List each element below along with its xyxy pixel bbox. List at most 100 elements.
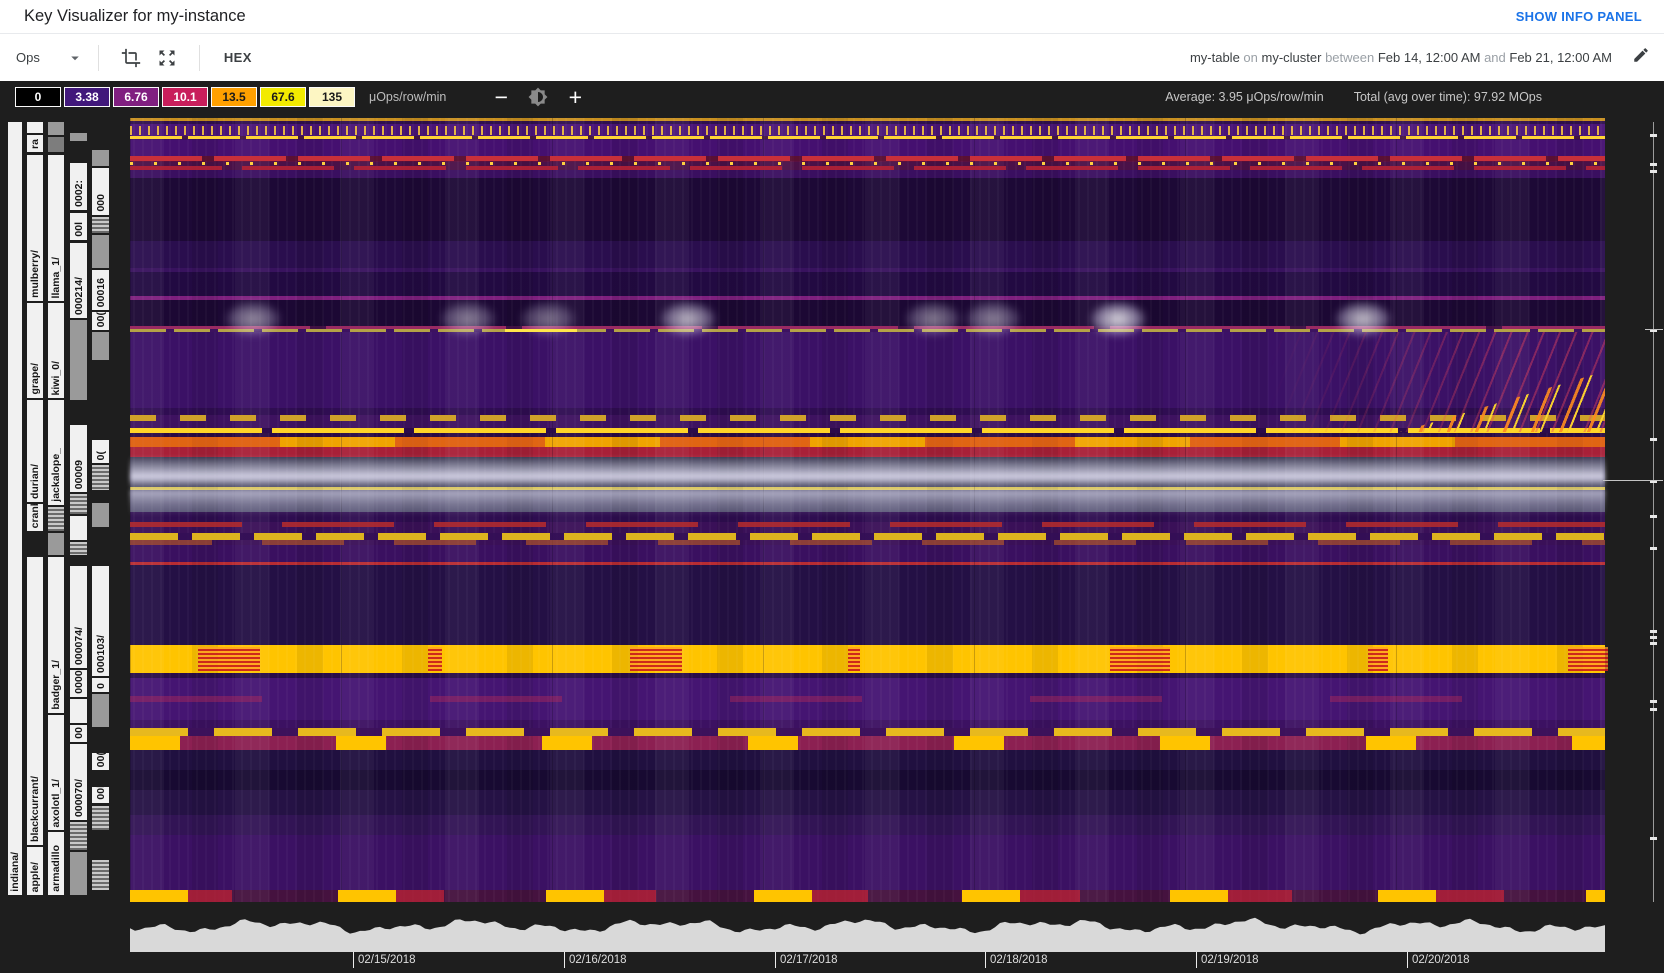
key-prefix-label: 0 <box>94 683 107 689</box>
date-tick: 02/15/2018 <box>353 952 416 968</box>
key-prefix-segment[interactable]: armadillo <box>48 832 64 895</box>
key-prefix-segment[interactable]: 000214/ <box>70 243 87 318</box>
scope-part: Feb 14, 12:00 AM <box>1377 50 1481 65</box>
key-prefix-segment[interactable] <box>48 137 64 152</box>
key-prefix-segment[interactable] <box>70 852 87 895</box>
key-prefix-segment[interactable]: blackcurrant/ <box>27 557 43 845</box>
key-prefix-segment[interactable]: badger_1/ <box>48 557 64 713</box>
key-prefix-segment[interactable]: 00007: <box>70 670 87 697</box>
legend-bar: 0 3.38 6.76 10.1 13.5 67.6 135 μOps/row/min − … <box>0 81 1664 113</box>
key-prefix-segment[interactable]: 0002: <box>70 163 87 210</box>
minimap-connector <box>1645 329 1663 330</box>
toolbar: Ops HEX my-table on my-cluster between F… <box>0 34 1664 81</box>
total-stat: Total (avg over time): 97.92 MOps <box>1353 90 1542 104</box>
key-prefix-segment[interactable] <box>92 235 109 268</box>
key-prefix-segment[interactable] <box>92 217 109 233</box>
show-info-panel-button[interactable]: SHOW INFO PANEL <box>1516 9 1642 24</box>
key-prefix-label: 000103/ <box>94 635 107 673</box>
minimap-tick <box>1650 515 1657 518</box>
heatmap-glowB <box>130 490 1605 516</box>
heatmap-band-detail <box>130 728 1605 736</box>
key-prefix-segment[interactable]: 00l <box>70 213 87 240</box>
hotspot-glow-blob <box>1090 302 1146 336</box>
heatmap-band-detail <box>130 890 1605 902</box>
key-prefix-segment[interactable] <box>27 122 43 133</box>
expand-view-button[interactable] <box>149 40 185 76</box>
key-prefix-segment[interactable]: 00009 <box>70 425 87 492</box>
key-prefix-segment[interactable]: 0( <box>92 440 109 463</box>
key-prefix-segment[interactable]: 00( <box>92 312 109 330</box>
key-prefix-segment[interactable]: jackalope_ <box>48 400 64 505</box>
scope-part: my-table <box>1189 50 1240 65</box>
crop-selection-button[interactable] <box>113 40 149 76</box>
key-prefix-segment[interactable]: 000070/ <box>70 744 87 820</box>
key-prefix-segment[interactable] <box>92 332 109 360</box>
key-prefix-label: cranberry/ <box>29 504 41 531</box>
key-prefix-segment[interactable] <box>48 507 64 531</box>
heatmap-band-detail <box>130 696 1605 702</box>
key-prefix-segment[interactable] <box>92 694 109 727</box>
key-prefix-segment[interactable]: 00l <box>92 787 109 803</box>
heatmap-band-detail <box>130 533 1605 540</box>
key-prefix-segment[interactable] <box>70 822 87 850</box>
page-title: Key Visualizer for my-instance <box>24 7 246 25</box>
timeline-scrubber[interactable] <box>130 914 1605 952</box>
toolbar-separator <box>97 44 99 71</box>
heatmap-oliveseg <box>505 329 577 332</box>
metric-dropdown[interactable]: Ops <box>16 49 84 67</box>
key-prefix-segment[interactable] <box>92 150 109 166</box>
key-prefix-segment[interactable]: indiana/ <box>8 122 22 895</box>
key-prefix-label: durian/ <box>29 463 41 499</box>
edit-scope-button[interactable] <box>1632 46 1650 69</box>
scope-part: Feb 21, 12:00 AM <box>1509 50 1612 65</box>
key-prefix-segment[interactable] <box>70 320 87 400</box>
key-prefix-segment[interactable]: kiwi_0/ <box>48 303 64 398</box>
key-prefix-segment[interactable]: apple/ <box>27 847 43 895</box>
key-prefix-segment[interactable]: grape/ <box>27 303 43 398</box>
heatmap-band-detail <box>130 156 1605 161</box>
key-prefix-segment[interactable] <box>70 699 87 723</box>
key-prefix-segment[interactable] <box>48 533 64 555</box>
key-prefix-segment[interactable] <box>92 860 109 890</box>
key-prefix-segment[interactable]: 00016 <box>92 270 109 310</box>
app-header: Key Visualizer for my-instance SHOW INFO… <box>0 0 1664 34</box>
increase-brightness-button[interactable]: + <box>562 86 588 109</box>
scope-part: and <box>1480 50 1510 65</box>
key-prefix-segment[interactable]: axolotl_1/ <box>48 715 64 830</box>
key-prefix-segment[interactable]: 000074/ <box>70 566 87 668</box>
decrease-brightness-button[interactable]: − <box>488 86 514 109</box>
key-prefix-segment[interactable] <box>92 465 109 490</box>
key-prefix-segment[interactable]: mulberry/ <box>27 155 43 301</box>
key-prefix-label: 00l <box>72 222 85 237</box>
key-prefix-segment[interactable]: 000 <box>92 168 109 215</box>
key-prefix-segment[interactable] <box>92 806 109 830</box>
scrubber-waveform <box>130 917 1605 952</box>
key-prefix-segment[interactable]: 0 <box>92 678 109 692</box>
row-key-axis: indiana/ra mulberry/grape/durian/cranberr… <box>0 81 130 973</box>
key-prefix-segment[interactable]: 00 <box>70 725 87 742</box>
minimap-connector <box>1603 480 1663 481</box>
key-prefix-segment[interactable]: 00( <box>92 753 109 770</box>
toolbar-right-group: my-table on my-cluster between Feb 14, 1… <box>1190 46 1650 69</box>
key-prefix-label: axolotl_1/ <box>50 778 62 827</box>
key-prefix-segment[interactable]: cranberry/ <box>27 504 43 531</box>
key-prefix-segment[interactable]: 000103/ <box>92 566 109 676</box>
key-prefix-segment[interactable] <box>92 503 109 527</box>
key-prefix-segment[interactable] <box>70 516 87 540</box>
legend-stop: 13.5 <box>211 87 257 107</box>
key-prefix-segment[interactable]: llama_1/ <box>48 155 64 301</box>
key-prefix-segment[interactable]: ra <box>27 135 43 152</box>
key-prefix-segment[interactable] <box>70 494 87 514</box>
minimap-tick <box>1650 438 1657 441</box>
key-prefix-segment[interactable]: durian/ <box>27 400 43 502</box>
heatmap-band-detail <box>130 522 1605 527</box>
key-prefix-label: armadillo <box>50 845 62 892</box>
hex-toggle-button[interactable]: HEX <box>214 44 262 71</box>
heatmap-canvas[interactable] <box>130 118 1608 902</box>
date-tick: 02/18/2018 <box>985 952 1048 968</box>
key-prefix-label: 000 <box>94 194 107 212</box>
key-prefix-segment[interactable] <box>48 122 64 135</box>
key-prefix-segment[interactable] <box>70 542 87 555</box>
key-prefix-segment[interactable] <box>70 133 87 141</box>
key-prefix-label: indiana/ <box>9 852 21 892</box>
